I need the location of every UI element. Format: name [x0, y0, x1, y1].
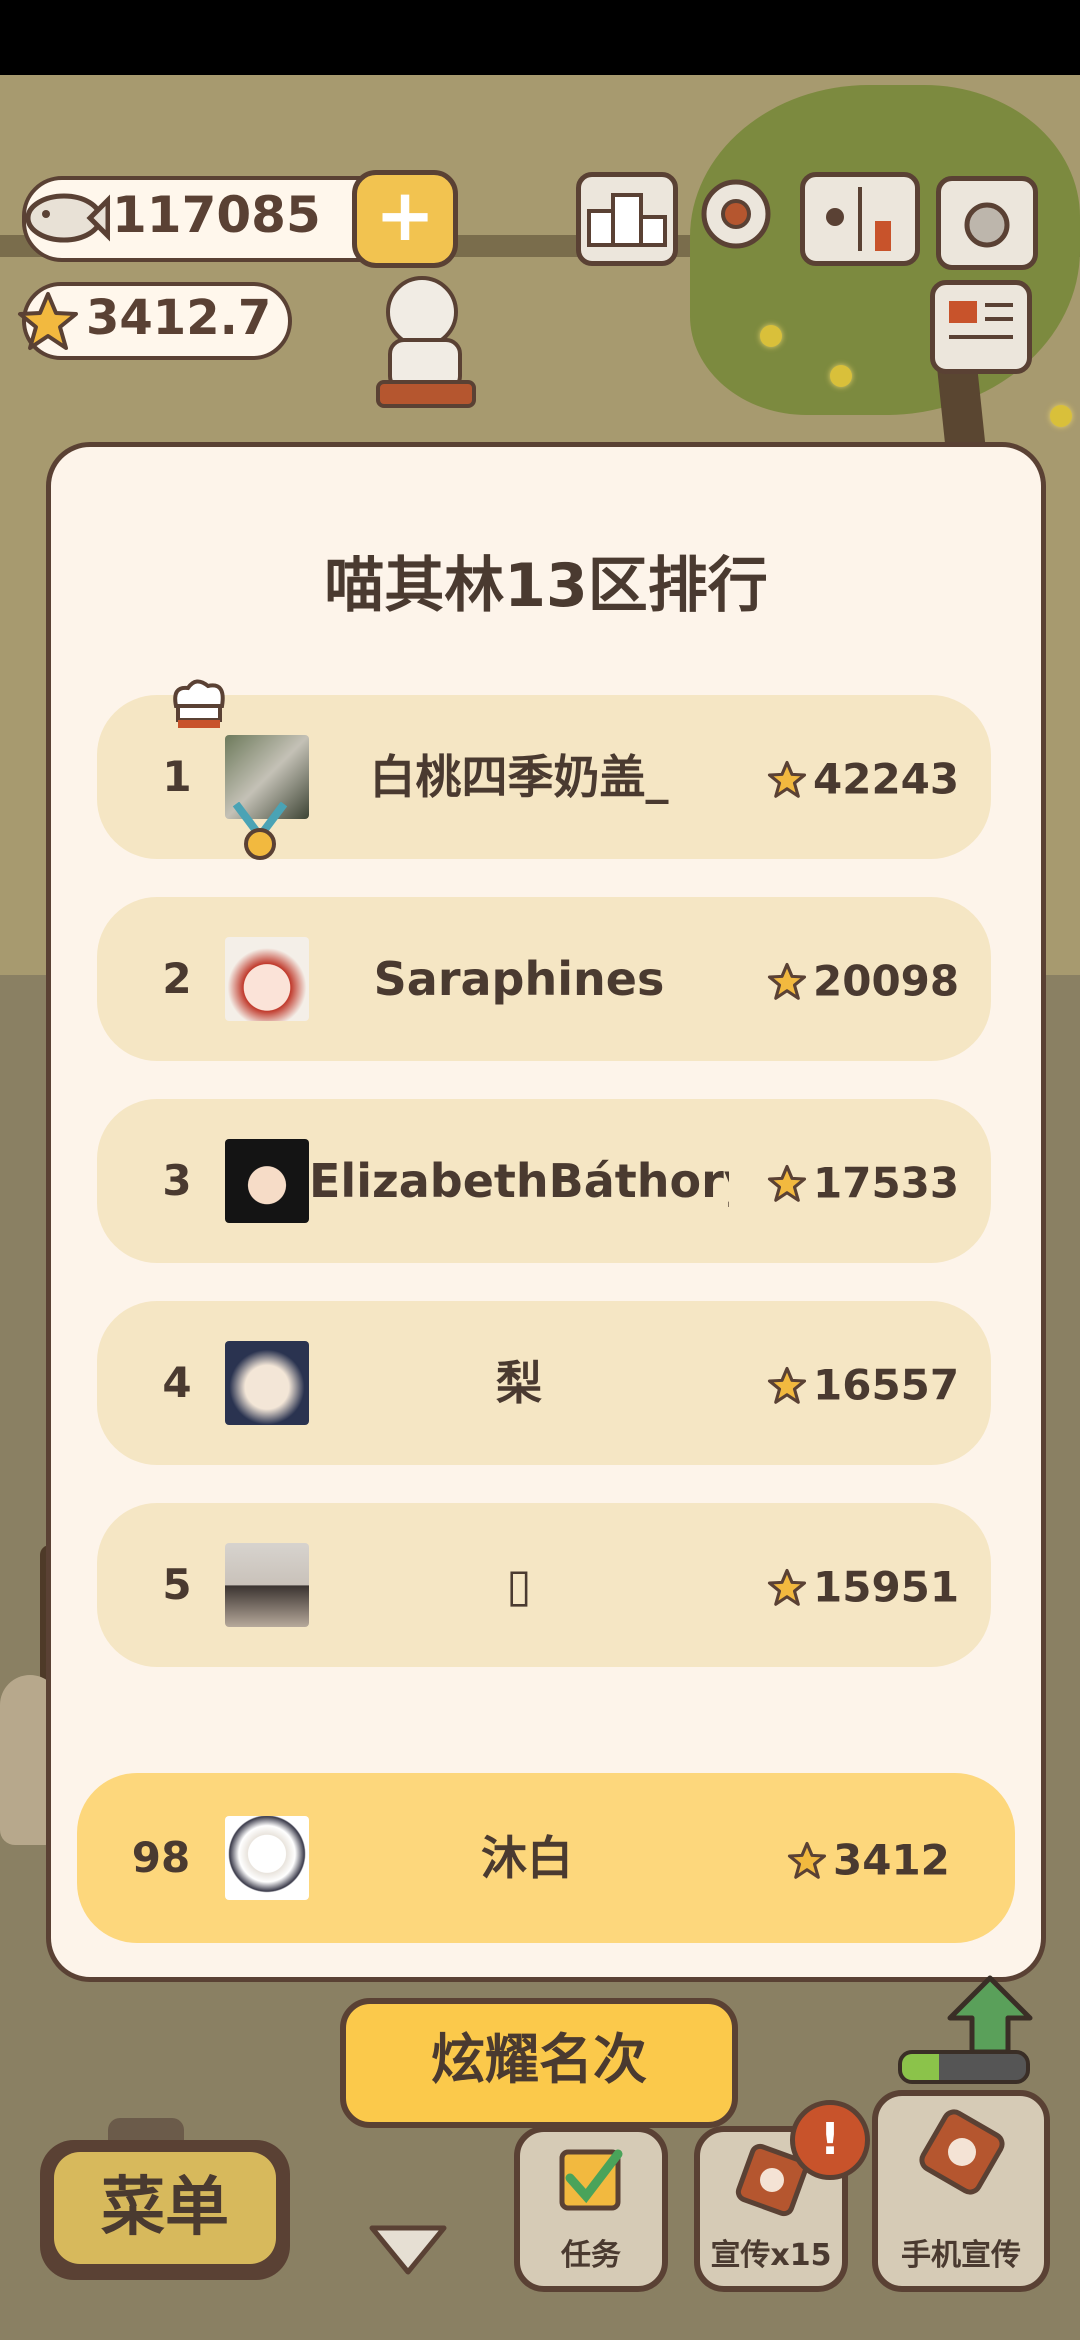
- star-icon: [767, 760, 807, 798]
- fish-count: 117085: [112, 186, 321, 244]
- book-icon: [826, 187, 891, 251]
- star-icon: [767, 1366, 807, 1404]
- player-score: 16557: [767, 1301, 987, 1465]
- fish-icon: [25, 193, 110, 243]
- my-ranking-row[interactable]: 98 沐白 3412: [77, 1773, 1015, 1943]
- phone-promo-label: 手机宣传: [901, 2238, 1021, 2273]
- ranking-title: 喵其林13区排行: [324, 551, 768, 621]
- status-bar: [0, 0, 1080, 75]
- player-score: 17533: [767, 1099, 987, 1263]
- medal-icon: [232, 802, 288, 860]
- light-bulb: [1050, 405, 1072, 427]
- rank-number: 4: [162, 1358, 192, 1407]
- rank-number: 98: [131, 1833, 191, 1882]
- podium-icon: [587, 193, 667, 247]
- light-bulb: [760, 325, 782, 347]
- player-score: 15951: [767, 1503, 987, 1667]
- ranking-row-2[interactable]: 2 Saraphines 20098: [97, 897, 991, 1061]
- light-bulb: [830, 365, 852, 387]
- gear-icon: [701, 179, 771, 249]
- promo-label: 宣传x15: [710, 2238, 832, 2273]
- avatar: [225, 937, 309, 1021]
- avatar: [225, 1543, 309, 1627]
- add-fish-button[interactable]: +: [352, 170, 458, 268]
- lucky-cat-statue: [376, 276, 476, 408]
- camera-button[interactable]: [936, 176, 1038, 270]
- camera-icon: [964, 202, 1010, 248]
- phone-promo-icon: [919, 2109, 1005, 2195]
- rank-number: 2: [162, 954, 192, 1003]
- level-progress-fill: [902, 2054, 940, 2080]
- player-score: 3412: [787, 1773, 1007, 1943]
- settings-button[interactable]: [690, 172, 782, 256]
- player-score: 20098: [767, 897, 987, 1061]
- handbook-button[interactable]: [800, 172, 920, 266]
- menu-label: 菜单: [54, 2152, 276, 2264]
- star-icon: [767, 1164, 807, 1202]
- plus-icon: +: [374, 173, 436, 257]
- player-name: 沐白: [481, 1831, 573, 1885]
- ranking-row-4[interactable]: 4 梨 16557: [97, 1301, 991, 1465]
- star-icon: [767, 1568, 807, 1606]
- avatar: [225, 1139, 309, 1223]
- avatar: [225, 1341, 309, 1425]
- star-icon: [767, 962, 807, 1000]
- player-name: Saraphines: [373, 952, 665, 1006]
- player-name: ElizabethBáthory: [309, 1154, 729, 1208]
- menu-button[interactable]: 菜单: [40, 2140, 290, 2280]
- show-rank-button[interactable]: 炫耀名次: [340, 1998, 738, 2128]
- checkbox-icon: [559, 2149, 623, 2211]
- level-progress-bar: [898, 2050, 1030, 2084]
- avatar: [225, 1816, 309, 1900]
- up-arrow-icon[interactable]: [940, 1970, 1040, 2060]
- ranking-modal: 喵其林13区排行 1 白桃四季奶盖_ 42243 2 Saraphines 20…: [46, 442, 1046, 1982]
- podium-button[interactable]: [576, 172, 678, 266]
- newspaper-button[interactable]: [930, 280, 1032, 374]
- star-icon: [18, 292, 78, 350]
- newspaper-icon: [949, 301, 1013, 339]
- player-name: 白桃四季奶盖_: [369, 750, 669, 804]
- star-count: 3412.7: [86, 290, 272, 346]
- down-arrow-icon[interactable]: [368, 2220, 448, 2280]
- tasks-button[interactable]: 任务: [514, 2126, 668, 2292]
- rank-number: 5: [162, 1560, 192, 1609]
- star-icon: [787, 1841, 827, 1879]
- player-score: 42243: [767, 695, 987, 859]
- ranking-row-5[interactable]: 5 ▯ 15951: [97, 1503, 991, 1667]
- player-name: ▯: [506, 1558, 532, 1612]
- phone-promo-button[interactable]: 手机宣传: [872, 2090, 1050, 2292]
- rank-number: 3: [162, 1156, 192, 1205]
- alert-badge: !: [790, 2100, 870, 2180]
- player-name: 梨: [496, 1356, 542, 1410]
- crown-icon: [173, 679, 225, 728]
- tasks-label: 任务: [561, 2238, 621, 2273]
- ranking-row-3[interactable]: 3 ElizabethBáthory 17533: [97, 1099, 991, 1263]
